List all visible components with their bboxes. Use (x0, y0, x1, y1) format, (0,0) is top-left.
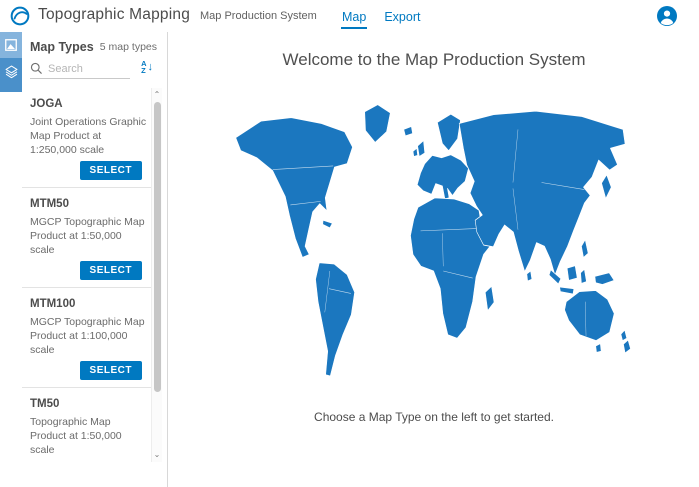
brand: Topographic Mapping Map Production Syste… (10, 6, 317, 26)
map-type-count: 5 map types (100, 41, 157, 53)
land-scandinavia (437, 114, 460, 151)
map-type-description: Topographic Map Product at 1:50,000 scal… (30, 415, 148, 457)
search-input[interactable] (48, 63, 128, 75)
land-greenland (365, 105, 391, 143)
layers-tool-button[interactable] (0, 58, 22, 84)
land-sulawesi (581, 269, 587, 283)
sort-az-button[interactable]: AZ ↓ (141, 60, 153, 74)
map-type-description: MGCP Topographic Map Product at 1:100,00… (30, 315, 148, 357)
land-sri-lanka (527, 271, 532, 281)
search-row (30, 62, 130, 79)
land-new-zealand (621, 330, 631, 353)
scroll-down-icon[interactable]: ⌄ (152, 450, 162, 460)
app-header: Topographic Mapping Map Production Syste… (0, 0, 699, 32)
map-type-name: MTM100 (30, 298, 146, 310)
land-uk (418, 141, 425, 157)
panel-title: Map Types (30, 40, 94, 54)
land-new-guinea (595, 273, 614, 285)
list-item-tm50: TM50 Topographic Map Product at 1:50,000… (22, 388, 152, 459)
search-icon (30, 62, 43, 75)
map-type-name: TM50 (30, 398, 146, 410)
panel-head: Map Types 5 map types (30, 40, 157, 56)
scroll-up-icon[interactable]: ⌃ (152, 90, 162, 100)
app-subtitle: Map Production System (200, 10, 317, 22)
map-types-panel: Map Types 5 map types AZ ↓ JOGA Joint Op… (0, 32, 168, 487)
select-button[interactable]: SELECT (80, 361, 142, 380)
land-europe (417, 155, 468, 199)
select-button[interactable]: SELECT (80, 161, 142, 180)
tab-export[interactable]: Export (383, 4, 421, 29)
map-products-icon (4, 38, 18, 52)
list-item-mtm50: MTM50 MGCP Topographic Map Product at 1:… (22, 188, 152, 288)
land-tasmania (596, 344, 601, 353)
select-button[interactable]: SELECT (80, 261, 142, 280)
land-java (560, 287, 574, 294)
land-philippines (581, 240, 588, 258)
tab-map[interactable]: Map (341, 4, 367, 29)
list-item-joga: JOGA Joint Operations Graphic Map Produc… (22, 88, 152, 188)
land-japan (602, 175, 612, 199)
helper-text: Choose a Map Type on the left to get sta… (169, 410, 699, 424)
welcome-title: Welcome to the Map Production System (169, 50, 699, 70)
globe-logo-icon (10, 6, 30, 26)
land-ireland (413, 148, 418, 156)
map-type-description: MGCP Topographic Map Product at 1:50,000… (30, 215, 148, 257)
sort-az-icon: AZ (141, 60, 146, 74)
land-south-america (316, 263, 355, 376)
scrollbar-thumb[interactable] (154, 102, 161, 392)
map-type-name: MTM50 (30, 198, 146, 210)
sort-down-arrow-icon: ↓ (148, 61, 154, 73)
land-cuba (323, 220, 333, 228)
land-north-america (236, 118, 353, 258)
main-tabs: Map Export (341, 0, 421, 32)
land-australia (565, 290, 615, 340)
app-title: Topographic Mapping (38, 6, 190, 24)
land-iceland (404, 126, 413, 135)
layers-icon (4, 64, 19, 79)
list-item-mtm100: MTM100 MGCP Topographic Map Product at 1… (22, 288, 152, 388)
map-products-tool-button[interactable] (0, 32, 22, 58)
user-avatar-icon[interactable] (657, 6, 677, 26)
land-borneo (567, 266, 577, 281)
list-scrollbar[interactable]: ⌃ ⌄ (151, 88, 162, 462)
map-type-list: JOGA Joint Operations Graphic Map Produc… (22, 88, 152, 459)
map-type-description: Joint Operations Graphic Map Product at … (30, 115, 148, 157)
map-type-name: JOGA (30, 98, 146, 110)
tool-strip (0, 32, 22, 92)
world-map-image (224, 94, 644, 389)
welcome-panel: Welcome to the Map Production System (169, 32, 699, 487)
land-madagascar (485, 286, 494, 310)
